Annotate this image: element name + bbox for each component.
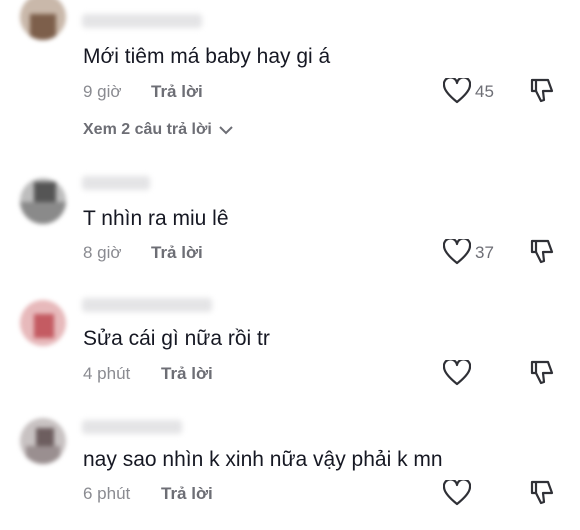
view-replies-button[interactable]: Xem 2 câu trả lời xyxy=(83,121,234,139)
comment-text: Mới tiêm má baby hay gi á xyxy=(83,45,331,68)
heart-outline-icon[interactable] xyxy=(443,360,471,386)
username[interactable] xyxy=(82,298,212,312)
comment-time: 8 giờ xyxy=(83,243,122,262)
heart-outline-icon[interactable] xyxy=(443,239,471,265)
avatar[interactable] xyxy=(20,178,66,224)
avatar[interactable] xyxy=(20,0,66,40)
username[interactable] xyxy=(82,176,150,190)
comment-time: 6 phút xyxy=(83,484,131,503)
thumbs-down-outline-icon[interactable] xyxy=(528,358,556,386)
thumbs-down-outline-icon[interactable] xyxy=(528,76,556,104)
avatar[interactable] xyxy=(20,418,66,464)
like-count: 45 xyxy=(475,82,494,101)
heart-outline-icon[interactable] xyxy=(443,78,471,104)
reply-button[interactable]: Trả lời xyxy=(161,484,213,504)
chevron-down-icon xyxy=(219,126,233,135)
comment-text: T nhìn ra miu lê xyxy=(83,207,229,230)
thumbs-down-outline-icon[interactable] xyxy=(528,237,556,265)
username[interactable] xyxy=(82,14,202,28)
comment-text: Sửa cái gì nữa rồi tr xyxy=(83,327,270,350)
thumbs-down-outline-icon[interactable] xyxy=(528,478,556,506)
heart-outline-icon[interactable] xyxy=(443,480,471,506)
like-count: 37 xyxy=(475,243,494,262)
reply-button[interactable]: Trả lời xyxy=(161,364,213,384)
comment-time: 9 giờ xyxy=(83,82,122,101)
comment-time: 4 phút xyxy=(83,364,131,383)
avatar[interactable] xyxy=(20,300,66,346)
reply-button[interactable]: Trả lời xyxy=(151,82,203,102)
username[interactable] xyxy=(82,420,182,434)
reply-button[interactable]: Trả lời xyxy=(151,243,203,263)
comment-text: nay sao nhìn k xinh nữa vậy phải k mn xyxy=(83,448,443,471)
view-replies-label: Xem 2 câu trả lời xyxy=(83,121,212,138)
